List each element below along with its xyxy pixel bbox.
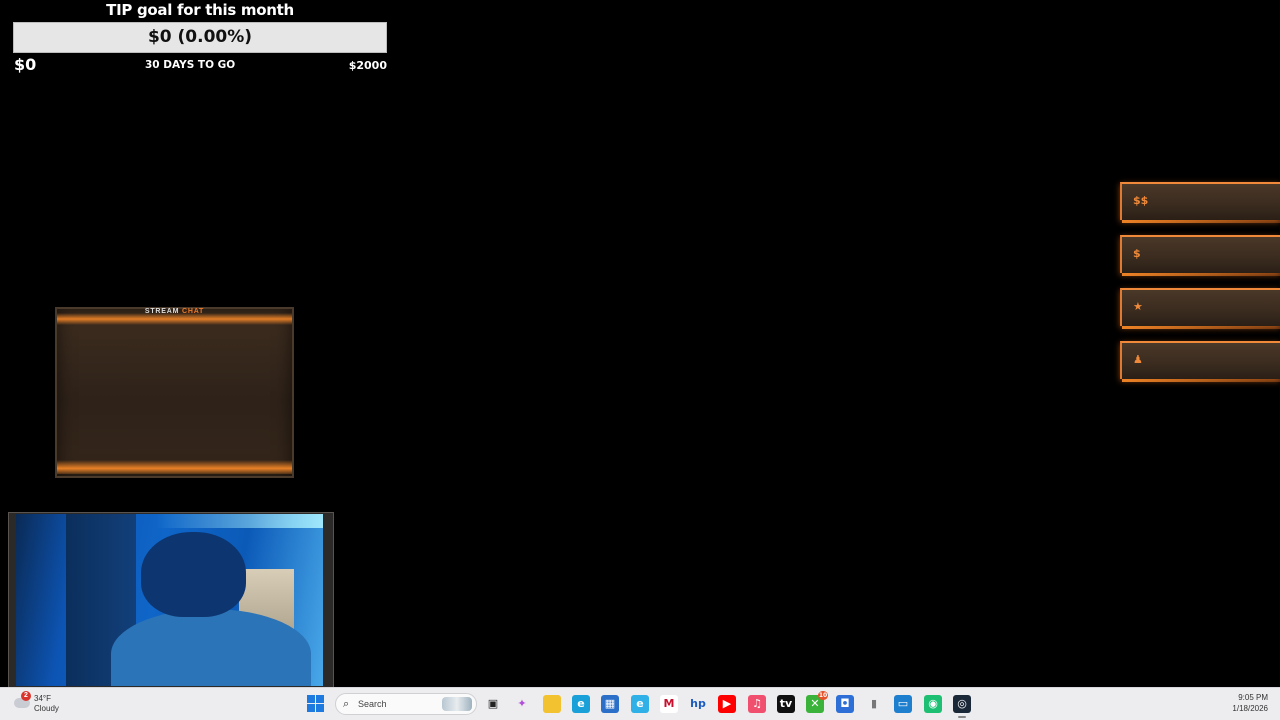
xbox-icon[interactable]: ✕ 10 — [806, 691, 828, 713]
edge-alt-icon[interactable]: e — [631, 695, 649, 713]
weather-condition: Cloudy — [34, 704, 59, 713]
edge-icon[interactable]: e — [572, 695, 590, 713]
system-clock[interactable]: 9:05 PM 1/18/2026 — [1232, 692, 1268, 714]
apple-tv-icon[interactable]: tv — [777, 695, 795, 713]
start-button[interactable] — [307, 695, 325, 713]
side-bar-top-tips: $$ — [1120, 182, 1280, 223]
side-bar-follower: ♟ — [1120, 341, 1280, 382]
chat-label-main: STREAM — [144, 308, 180, 315]
chat-label-accent: CHAT — [181, 308, 205, 315]
youtube-icon[interactable]: ▶ — [718, 695, 736, 713]
tip-target-amount: $2000 — [348, 59, 387, 72]
notification-badge: 10 — [818, 691, 828, 700]
side-bar-star: ★ — [1120, 288, 1280, 329]
person-icon: ♟ — [1133, 353, 1143, 366]
clock-time: 9:05 PM — [1238, 693, 1268, 702]
copilot-icon[interactable]: ✦ — [513, 695, 531, 713]
windows-logo-tile — [307, 695, 315, 703]
taskbar: 2 34°F Cloudy ⌕ Search ▣ ✦ ▰ e ▦ e Mhp ▶ ♫ tv ✕ 10 ◘… — [0, 687, 1280, 720]
side-label-stack: $$ $ ★ ♟ — [1120, 182, 1280, 394]
search-highlight-image — [442, 697, 472, 711]
double-dollar-icon: $$ — [1133, 194, 1149, 207]
microsoft-store-icon[interactable]: ▦ — [601, 695, 619, 713]
itunes-icon[interactable]: ♫ — [748, 695, 766, 713]
steam-icon[interactable]: ◎ — [953, 695, 971, 718]
windows-logo-tile — [316, 695, 324, 703]
clock-date: 1/18/2026 — [1232, 704, 1268, 713]
file-explorer-icon[interactable]: ▰ — [543, 695, 561, 713]
tip-current-amount: $0 — [14, 55, 37, 74]
search-placeholder: Search — [358, 699, 387, 709]
mouse-icon[interactable]: ▮ — [865, 695, 883, 713]
windows-logo-tile — [316, 704, 324, 712]
weather-widget[interactable]: 2 34°F Cloudy — [12, 691, 82, 716]
webcam-frame — [8, 512, 334, 688]
stream-chat-frame: STREAM CHAT — [55, 307, 294, 478]
remote-desktop-icon[interactable]: ▭ — [894, 695, 912, 713]
hp-icon[interactable]: hp — [689, 695, 707, 713]
taskbar-search[interactable]: ⌕ Search — [335, 693, 477, 715]
mcafee-icon[interactable]: M — [660, 695, 678, 713]
side-bar-recent-tip: $ — [1120, 235, 1280, 276]
tip-progress-text: $0 (0.00%) — [147, 27, 253, 47]
notes-icon[interactable]: ◘ — [836, 695, 854, 713]
gamepad-icon[interactable]: ◉ — [924, 695, 942, 713]
weather-badge: 2 — [21, 691, 31, 701]
tip-goal-widget: TIP goal for this month $0 (0.00%) $0 30… — [13, 0, 387, 75]
tip-progress-bar: $0 (0.00%) — [13, 22, 387, 53]
webcam-person-head — [141, 532, 246, 617]
tip-days-left: 30 DAYS TO GO — [145, 59, 236, 71]
star-icon: ★ — [1133, 300, 1143, 313]
webcam-feed — [16, 514, 323, 686]
task-view-icon[interactable]: ▣ — [484, 695, 502, 713]
weather-temperature: 34°F — [34, 694, 51, 703]
stream-chat-label: STREAM CHAT — [57, 308, 292, 315]
tip-goal-title: TIP goal for this month — [106, 1, 294, 19]
dollar-icon: $ — [1133, 247, 1141, 260]
search-icon: ⌕ — [343, 698, 350, 710]
webcam-light-strip — [156, 514, 323, 528]
windows-logo-tile — [307, 704, 315, 712]
